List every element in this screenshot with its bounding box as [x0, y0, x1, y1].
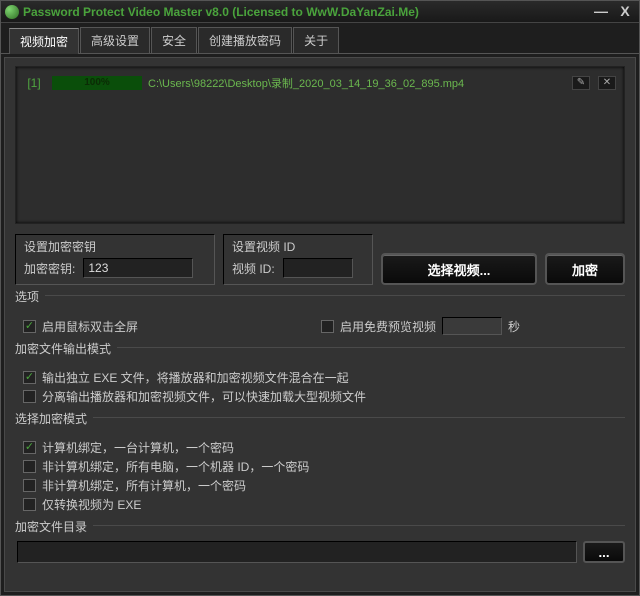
encrypt-mode-0-checkbox[interactable]: ✓	[23, 441, 36, 454]
preview-seconds-suffix: 秒	[508, 318, 520, 335]
app-icon	[5, 5, 19, 19]
encrypt-key-input[interactable]	[83, 258, 193, 278]
video-id-label: 视频 ID:	[232, 260, 275, 277]
encrypt-key-label: 加密密钥:	[24, 260, 75, 277]
file-path: C:\Users\98222\Desktop\录制_2020_03_14_19_…	[148, 75, 566, 91]
options-section: 选项 ✓ 启用鼠标双击全屏 启用免费预览视频 秒	[15, 295, 625, 337]
tab-about[interactable]: 关于	[293, 27, 339, 53]
output-mode-split-checkbox[interactable]	[23, 390, 36, 403]
output-mode-title: 加密文件输出模式	[15, 340, 117, 357]
tab-strip: 视频加密 高级设置 安全 创建播放密码 关于	[1, 23, 639, 54]
preview-checkbox[interactable]	[321, 320, 334, 333]
encrypt-key-title: 设置加密密钥	[24, 238, 96, 255]
app-window: Password Protect Video Master v8.0 (Lice…	[0, 0, 640, 596]
encrypt-mode-3-label: 仅转换视频为 EXE	[42, 496, 141, 513]
encrypt-mode-1-checkbox[interactable]	[23, 460, 36, 473]
encrypt-mode-0-label: 计算机绑定，一台计算机，一个密码	[42, 439, 234, 456]
edit-file-icon[interactable]: ✎	[572, 76, 590, 90]
tab-content: [1] 100% C:\Users\98222\Desktop\录制_2020_…	[4, 57, 636, 592]
encrypt-mode-title: 选择加密模式	[15, 410, 93, 427]
encrypt-mode-1-label: 非计算机绑定，所有电脑，一个机器 ID，一个密码	[42, 458, 309, 475]
output-mode-split-label: 分离输出播放器和加密视频文件，可以快速加载大型视频文件	[42, 388, 366, 405]
preview-seconds-input[interactable]	[442, 317, 502, 335]
output-dir-section: 加密文件目录 ...	[15, 525, 625, 563]
encrypt-button[interactable]: 加密	[545, 253, 625, 285]
output-mode-exe-label: 输出独立 EXE 文件，将播放器和加密视频文件混合在一起	[42, 369, 349, 386]
output-mode-section: 加密文件输出模式 ✓ 输出独立 EXE 文件，将播放器和加密视频文件混合在一起 …	[15, 347, 625, 407]
browse-button[interactable]: ...	[583, 541, 625, 563]
video-id-group: 设置视频 ID 视频 ID:	[223, 234, 373, 285]
close-window-button[interactable]: X	[615, 4, 635, 20]
options-title: 选项	[15, 288, 45, 305]
preview-label: 启用免费预览视频	[340, 318, 436, 335]
encrypt-mode-section: 选择加密模式 ✓ 计算机绑定，一台计算机，一个密码 非计算机绑定，所有电脑，一个…	[15, 417, 625, 515]
dblclick-checkbox[interactable]: ✓	[23, 320, 36, 333]
encrypt-mode-3-checkbox[interactable]	[23, 498, 36, 511]
select-video-button[interactable]: 选择视频...	[381, 253, 537, 285]
progress-text: 100%	[52, 76, 142, 90]
tab-video-encrypt[interactable]: 视频加密	[9, 28, 79, 54]
video-id-title: 设置视频 ID	[232, 238, 295, 255]
output-dir-input[interactable]	[17, 541, 577, 563]
encrypt-key-group: 设置加密密钥 加密密钥:	[15, 234, 215, 285]
encrypt-mode-2-label: 非计算机绑定，所有计算机，一个密码	[42, 477, 246, 494]
window-title: Password Protect Video Master v8.0 (Lice…	[23, 5, 419, 19]
dblclick-label: 启用鼠标双击全屏	[42, 318, 138, 335]
minimize-button[interactable]: —	[591, 4, 611, 20]
video-id-input[interactable]	[283, 258, 353, 278]
title-bar[interactable]: Password Protect Video Master v8.0 (Lice…	[1, 1, 639, 23]
progress-bar: 100%	[52, 76, 142, 90]
file-list: [1] 100% C:\Users\98222\Desktop\录制_2020_…	[15, 66, 625, 224]
encrypt-mode-2-checkbox[interactable]	[23, 479, 36, 492]
tab-advanced[interactable]: 高级设置	[80, 27, 150, 53]
output-dir-title: 加密文件目录	[15, 518, 93, 535]
tab-create-password[interactable]: 创建播放密码	[198, 27, 292, 53]
file-index: [1]	[22, 76, 46, 90]
output-mode-exe-checkbox[interactable]: ✓	[23, 371, 36, 384]
tab-security[interactable]: 安全	[151, 27, 197, 53]
file-row[interactable]: [1] 100% C:\Users\98222\Desktop\录制_2020_…	[22, 73, 618, 93]
remove-file-icon[interactable]: ✕	[598, 76, 616, 90]
